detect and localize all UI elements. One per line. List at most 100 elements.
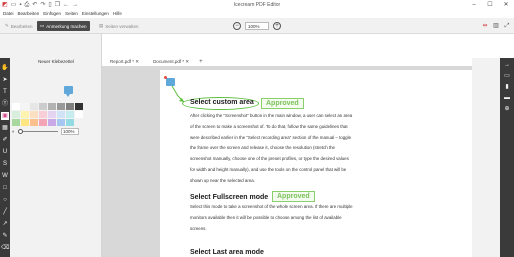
menu-pages[interactable]: Seiten [65,10,78,18]
color-swatch[interactable] [57,119,65,126]
sticky-note-tool-icon[interactable]: ▣ [1,112,9,120]
color-swatch[interactable] [75,103,83,110]
color-swatch[interactable] [75,111,83,118]
color-swatch[interactable] [21,111,29,118]
open-folder-icon[interactable]: ▭ [11,0,17,10]
ellipse-tool-icon[interactable]: ○ [1,196,9,204]
doc-tab-label: Report.pdf * [110,59,135,64]
view-toolbar: ⇹ ▥ ⤢ [481,22,511,30]
zoom-control: − 100% + [233,21,281,31]
color-swatch[interactable] [12,103,20,110]
arrow-tool-icon[interactable]: ↗ [1,220,9,228]
stamp-tool-icon[interactable]: ▦ [1,124,9,132]
zoom-select[interactable]: 100% [245,22,269,30]
color-swatch[interactable] [57,111,65,118]
manage-pages-label: Seiten verwalten [105,23,139,29]
color-swatch[interactable] [57,103,65,110]
new-page-icon[interactable]: ▯ [48,0,51,10]
paragraph-line: the frame over the screen and release it… [190,145,335,151]
page-sticky-note-icon[interactable] [166,78,175,86]
section-heading: Select Last area mode [190,249,264,256]
color-swatch[interactable] [30,111,38,118]
color-swatch[interactable] [12,111,20,118]
maximize-button[interactable]: ☐ [482,0,498,10]
manage-pages-button[interactable]: ▤ Seiten verwalten [96,21,142,31]
close-tab-icon[interactable]: ✕ [135,59,139,64]
edit-mode-button[interactable]: ✎ Bearbeiten [2,21,36,31]
menu-help[interactable]: Hilfe [113,10,122,18]
page-thumbnails-icon[interactable]: ▭ [502,72,512,80]
menu-insert[interactable]: Einfügen [43,10,61,18]
color-swatch[interactable] [30,119,38,126]
opacity-icon: ◐ [12,128,16,135]
annotate-mode-button[interactable]: ▭ Anmerkung machen [37,21,90,31]
color-swatch[interactable] [30,103,38,110]
doc-tab[interactable]: Report.pdf * ✕ [106,58,143,66]
close-button[interactable]: ✕ [498,0,514,10]
rectangle-tool-icon[interactable]: □ [1,184,9,192]
copy-icon[interactable]: ❐ [55,0,60,10]
document-tabs: Report.pdf * ✕ Document.pdf * ✕ + [102,58,203,66]
comments-icon[interactable]: ▬ [502,94,512,102]
paragraph-line: were described earlier in the "Select re… [190,134,352,140]
text-tool-icon[interactable]: T [1,88,9,96]
color-palette [12,103,83,126]
highlight-text-icon[interactable]: Ⓣ [1,100,9,108]
doc-tab[interactable]: Document.pdf * ✕ [149,58,194,66]
print-icon[interactable]: ⎙ [24,0,29,10]
close-tab-icon[interactable]: ✕ [185,59,189,64]
collapse-panel-icon[interactable]: → [502,61,512,69]
color-swatch[interactable] [39,119,47,126]
color-swatch[interactable] [66,119,74,126]
pages-icon: ▤ [99,23,104,28]
minimize-button[interactable]: – [466,0,482,10]
zoom-out-button[interactable]: − [233,22,241,30]
save-icon[interactable]: ▪ [19,0,21,10]
color-swatch[interactable] [21,119,29,126]
highlight-tool-icon[interactable]: ✐ [1,136,9,144]
menu-file[interactable]: Datei [3,10,14,18]
fit-width-icon[interactable]: ⇹ [481,22,489,30]
strikethrough-tool-icon[interactable]: S [1,160,9,168]
new-tab-icon[interactable]: + [199,58,203,66]
opacity-input[interactable]: 100% [61,128,80,135]
panel-tab-new-sticky-note[interactable]: Neuer Klebezettel [10,58,102,66]
color-swatch[interactable] [48,119,56,126]
approved-stamp[interactable]: Approved [261,98,304,109]
opacity-slider-handle[interactable] [18,129,24,134]
menu-settings[interactable]: Einstellungen [82,10,109,18]
eraser-tool-icon[interactable]: ⌫ [1,244,9,252]
hand-tool-icon[interactable]: ✋ [1,64,9,72]
color-swatch[interactable] [66,111,74,118]
color-swatch[interactable] [48,111,56,118]
color-swatch[interactable] [75,119,83,126]
approved-stamp[interactable]: Approved [272,191,315,202]
select-tool-icon[interactable]: ➤ [1,76,9,84]
paragraph-line: for width and height manually), and use … [190,166,347,172]
color-swatch[interactable] [48,103,56,110]
zoom-in-button[interactable]: + [273,22,281,30]
squiggly-tool-icon[interactable]: W [1,172,9,180]
undo-icon[interactable]: ↶ [32,0,37,10]
forward-icon[interactable]: → [72,0,78,10]
bookmarks-icon[interactable]: ▮ [502,83,512,91]
pen-tool-icon[interactable]: ✎ [1,232,9,240]
color-swatch[interactable] [66,103,74,110]
opacity-slider[interactable] [18,129,59,134]
line-tool-icon[interactable]: ╱ [1,208,9,216]
layout-icon[interactable]: ▥ [492,22,500,30]
back-icon[interactable]: ← [63,0,69,10]
annotate-mode-label: Anmerkung machen [46,23,87,29]
attachments-icon[interactable]: ⊕ [502,105,512,113]
menu-edit[interactable]: Bearbeiten [18,10,40,18]
redo-icon[interactable]: ↷ [40,0,45,10]
underline-tool-icon[interactable]: U [1,148,9,156]
paragraph-line: screens. [190,225,207,231]
comment-icon: ▭ [40,23,45,28]
color-swatch[interactable] [39,111,47,118]
quick-access-toolbar: ◩ ▭ ▪ ⎙ ↶ ↷ ▯ ❐ ← → [0,0,78,10]
color-swatch[interactable] [21,103,29,110]
color-swatch[interactable] [39,103,47,110]
color-swatch[interactable] [12,119,20,126]
fullscreen-icon[interactable]: ⤢ [503,22,511,30]
